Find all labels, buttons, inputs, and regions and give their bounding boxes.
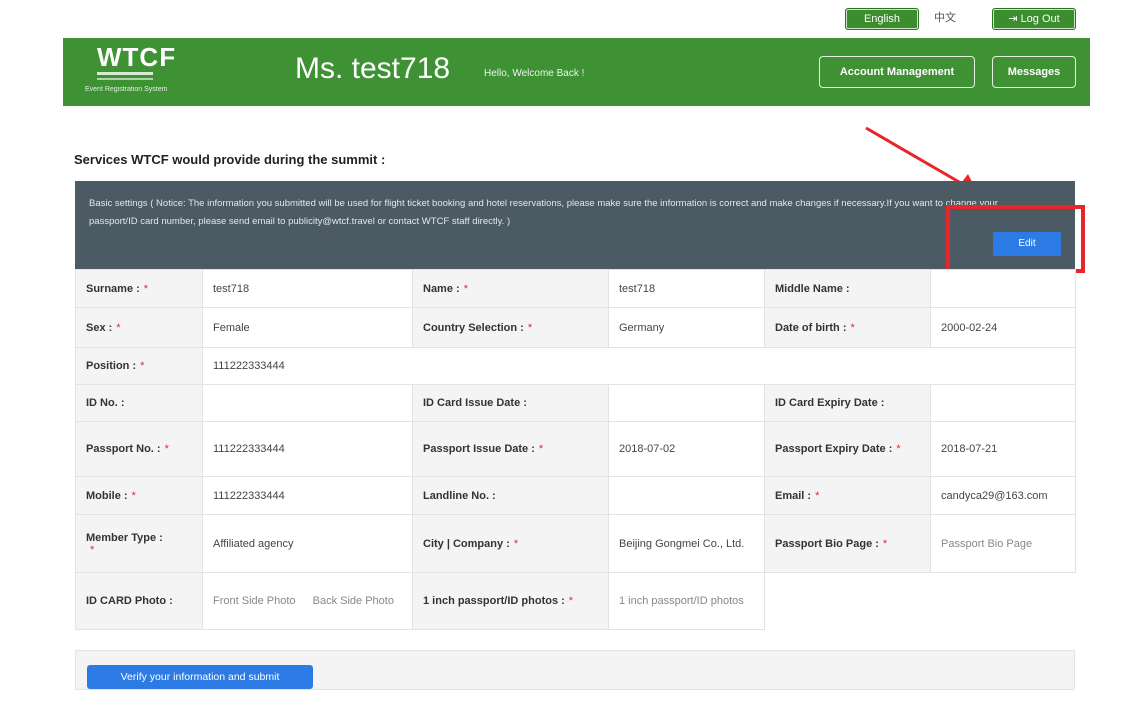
- table-row: Passport No. : * 111222333444 Passport Is…: [75, 421, 1076, 477]
- verify-submit-button[interactable]: Verify your information and submit: [87, 665, 313, 689]
- logo-stripe: [97, 72, 153, 75]
- surname-label: Surname : *: [75, 269, 203, 308]
- sex-value: Female: [202, 307, 413, 348]
- landline-value: [608, 476, 765, 515]
- middle-name-label: Middle Name :: [764, 269, 931, 308]
- landline-label: Landline No. :: [412, 476, 609, 515]
- id-no-label: ID No. :: [75, 384, 203, 422]
- logo-stripe: [97, 78, 153, 80]
- passport-expiry-date-value: 2018-07-21: [930, 421, 1076, 477]
- member-type-label: Member Type : *: [75, 514, 203, 573]
- city-company-label: City | Company : *: [412, 514, 609, 573]
- passport-no-label: Passport No. : *: [75, 421, 203, 477]
- id-expiry-date-value: [930, 384, 1076, 422]
- country-value: Germany: [608, 307, 765, 348]
- edit-highlight-box: [946, 205, 1085, 273]
- logo-text: WTCF: [97, 42, 177, 72]
- country-label: Country Selection : *: [412, 307, 609, 348]
- name-value: test718: [608, 269, 765, 308]
- id-card-photo-uploads: Front Side Photo Back Side Photo: [202, 572, 413, 630]
- table-row: ID CARD Photo : Front Side Photo Back Si…: [75, 572, 1076, 630]
- table-row: Position : * 111222333444: [75, 347, 1076, 385]
- welcome-text: Hello, Welcome Back !: [484, 68, 585, 79]
- passport-no-value: 111222333444: [202, 421, 413, 477]
- inch-photo-upload[interactable]: 1 inch passport/ID photos: [608, 572, 765, 630]
- passport-expiry-date-label: Passport Expiry Date : *: [764, 421, 931, 477]
- table-row: Surname : * test718 Name : * test718 Middl…: [75, 269, 1076, 308]
- table-row: Mobile : * 111222333444 Landline No. : Em…: [75, 476, 1076, 515]
- site-header: WTCF Event Registration System Ms. test7…: [63, 38, 1090, 106]
- user-greeting-name: Ms. test718: [295, 52, 451, 85]
- table-row: Sex : * Female Country Selection : * Germa…: [75, 307, 1076, 348]
- chinese-link[interactable]: 中文: [934, 8, 956, 28]
- submit-row: Verify your information and submit: [75, 650, 1075, 690]
- basic-settings-notice: Basic settings ( Notice: The information…: [75, 181, 1075, 269]
- mobile-label: Mobile : *: [75, 476, 203, 515]
- city-company-value: Beijing Gongmei Co., Ltd.: [608, 514, 765, 573]
- id-card-photo-label: ID CARD Photo :: [75, 572, 203, 630]
- member-type-value: Affiliated agency: [202, 514, 413, 573]
- passport-issue-date-value: 2018-07-02: [608, 421, 765, 477]
- id-expiry-date-label: ID Card Expiry Date :: [764, 384, 931, 422]
- logout-label: Log Out: [1020, 13, 1060, 25]
- email-value: candyca29@163.com: [930, 476, 1076, 515]
- back-side-photo-upload[interactable]: Back Side Photo: [313, 595, 394, 607]
- table-row: Member Type : * Affiliated agency City | …: [75, 514, 1076, 573]
- section-title: Services WTCF would provide during the s…: [74, 152, 386, 167]
- passport-bio-page-upload[interactable]: Passport Bio Page: [930, 514, 1076, 573]
- account-management-button[interactable]: Account Management: [819, 56, 975, 88]
- position-label: Position : *: [75, 347, 203, 385]
- surname-value: test718: [202, 269, 413, 308]
- inch-photo-label: 1 inch passport/ID photos : *: [412, 572, 609, 630]
- dob-label: Date of birth : *: [764, 307, 931, 348]
- notice-text: Basic settings ( Notice: The information…: [89, 198, 998, 227]
- logo-subtitle: Event Registration System: [85, 86, 168, 93]
- sex-label: Sex : *: [75, 307, 203, 348]
- mobile-value: 111222333444: [202, 476, 413, 515]
- personal-info-table: Surname : * test718 Name : * test718 Middl…: [75, 269, 1076, 630]
- empty-cell: [764, 572, 1076, 630]
- middle-name-value: [930, 269, 1076, 308]
- passport-issue-date-label: Passport Issue Date : *: [412, 421, 609, 477]
- messages-button[interactable]: Messages: [992, 56, 1076, 88]
- table-row: ID No. : ID Card Issue Date : ID Card Ex…: [75, 384, 1076, 422]
- id-no-value: [202, 384, 413, 422]
- passport-bio-page-label: Passport Bio Page : *: [764, 514, 931, 573]
- dob-value: 2000-02-24: [930, 307, 1076, 348]
- front-side-photo-upload[interactable]: Front Side Photo: [213, 595, 296, 607]
- english-button[interactable]: English: [845, 8, 919, 30]
- wtcf-logo[interactable]: WTCF Event Registration System: [83, 42, 193, 100]
- position-value: 111222333444: [202, 347, 1076, 385]
- logout-button[interactable]: ⇥ Log Out: [992, 8, 1076, 30]
- logout-icon: ⇥: [1008, 13, 1021, 25]
- email-label: Email : *: [764, 476, 931, 515]
- id-issue-date-value: [608, 384, 765, 422]
- name-label: Name : *: [412, 269, 609, 308]
- top-utility-bar: English 中文 ⇥ Log Out: [0, 0, 1133, 38]
- id-issue-date-label: ID Card Issue Date :: [412, 384, 609, 422]
